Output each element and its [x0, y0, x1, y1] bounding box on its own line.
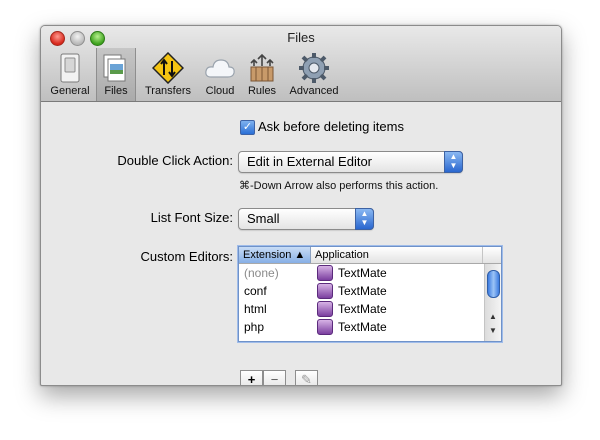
custom-editors-table[interactable]: Extension ▲ Application (none) TextMate …	[238, 246, 502, 342]
vertical-scrollbar[interactable]: ▲ ▼	[484, 264, 501, 341]
row-extension: conf	[244, 284, 267, 298]
ask-delete-label: Ask before deleting items	[258, 119, 404, 134]
tab-transfers-label: Transfers	[144, 85, 192, 97]
font-size-value: Small	[247, 211, 280, 226]
tab-cloud-label: Cloud	[205, 85, 235, 97]
textmate-icon	[317, 283, 333, 299]
scroll-down-arrow-icon[interactable]: ▼	[485, 326, 501, 335]
rules-icon	[250, 53, 274, 82]
table-row[interactable]: conf TextMate	[239, 282, 483, 300]
transfers-icon	[152, 52, 184, 84]
tab-transfers[interactable]: Transfers	[139, 48, 197, 101]
table-row[interactable]: html TextMate	[239, 300, 483, 318]
popup-arrows-icon: ▲ ▼	[444, 151, 463, 173]
edit-editor-button[interactable]: ✎	[295, 370, 318, 385]
tab-rules-label: Rules	[247, 85, 277, 97]
double-click-value: Edit in External Editor	[247, 154, 373, 169]
column-header-extension[interactable]: Extension ▲	[239, 247, 311, 263]
scroll-thumb[interactable]	[487, 270, 500, 298]
tab-general[interactable]: General	[47, 48, 93, 101]
tab-advanced-label: Advanced	[289, 85, 339, 97]
window-title: Files	[287, 30, 315, 45]
row-application: TextMate	[338, 320, 387, 334]
checkmark-icon: ✓	[242, 121, 253, 133]
row-extension: html	[244, 302, 267, 316]
table-header: Extension ▲ Application	[239, 247, 501, 264]
custom-editors-label: Custom Editors:	[140, 249, 233, 264]
font-size-label: List Font Size:	[150, 210, 233, 225]
double-click-label: Double Click Action:	[117, 153, 233, 168]
popup-arrows-icon: ▲ ▼	[355, 208, 374, 230]
tab-cloud[interactable]: Cloud	[201, 48, 239, 101]
remove-editor-button[interactable]: −	[263, 370, 286, 385]
textmate-icon	[317, 319, 333, 335]
column-header-application[interactable]: Application	[311, 247, 483, 263]
font-size-popup[interactable]: Small ▲ ▼	[238, 208, 374, 230]
switch-icon	[60, 53, 80, 83]
row-extension: (none)	[244, 266, 279, 280]
add-editor-button[interactable]: +	[240, 370, 263, 385]
double-click-popup[interactable]: Edit in External Editor ▲ ▼	[238, 151, 463, 173]
tab-advanced[interactable]: Advanced	[286, 48, 342, 101]
table-row[interactable]: (none) TextMate	[239, 264, 483, 282]
tab-files-label: Files	[104, 85, 128, 97]
row-application: TextMate	[338, 302, 387, 316]
scroll-up-arrow-icon[interactable]: ▲	[485, 312, 501, 321]
tab-rules[interactable]: Rules	[242, 48, 282, 101]
textmate-icon	[317, 265, 333, 281]
row-application: TextMate	[338, 284, 387, 298]
row-application: TextMate	[338, 266, 387, 280]
tab-files[interactable]: Files	[96, 48, 136, 101]
row-extension: php	[244, 320, 265, 334]
files-pane: ✓ Ask before deleting items Double Click…	[41, 102, 561, 385]
gear-icon	[299, 53, 329, 83]
table-row[interactable]: php TextMate	[239, 318, 483, 336]
ask-delete-checkbox[interactable]: ✓	[240, 120, 255, 135]
toolbar: Files General Files Transfers Cloud Rule…	[41, 26, 561, 102]
files-icon	[103, 54, 126, 82]
textmate-icon	[317, 301, 333, 317]
cloud-icon	[205, 59, 235, 78]
tab-general-label: General	[50, 85, 90, 97]
preferences-window: Files General Files Transfers Cloud Rule…	[40, 25, 562, 386]
double-click-hint: ⌘-Down Arrow also performs this action.	[239, 180, 439, 192]
